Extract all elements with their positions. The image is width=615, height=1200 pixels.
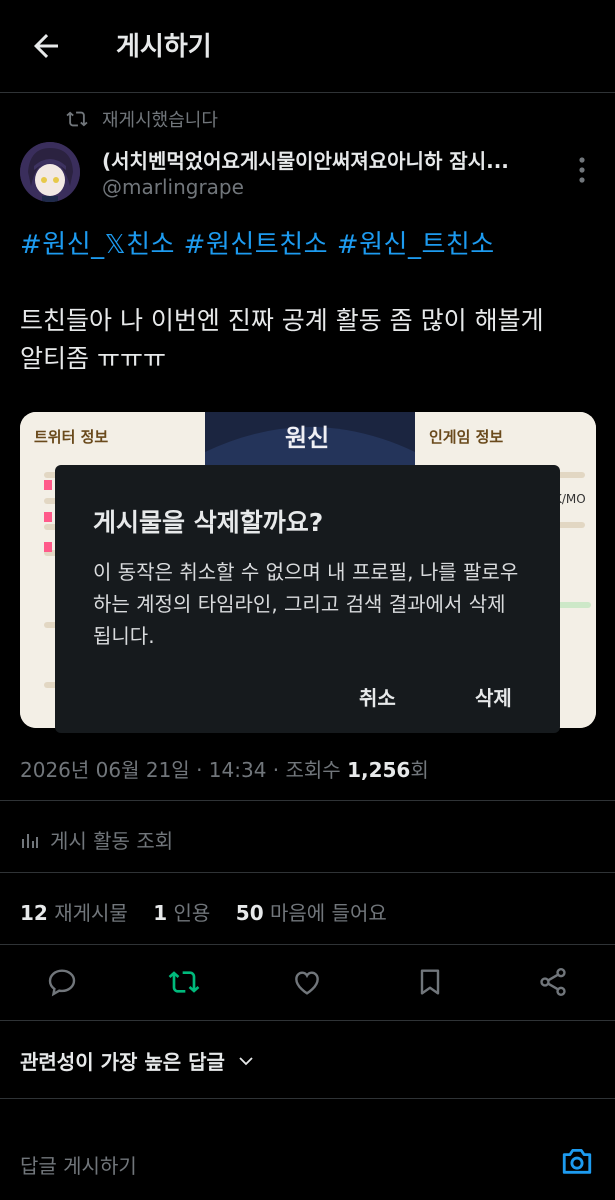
delete-button[interactable]: 삭제 [475,682,512,711]
bookmark-icon[interactable] [414,966,446,998]
repost-label: 재게시했습니다 [102,110,218,131]
avatar-image [20,142,80,202]
media-left-label: 트위터 정보 [34,428,109,446]
post-text-line: 알티좀 ㅠㅠㅠ [20,344,166,373]
post-text-line: 트친들아 나 이번엔 진짜 공계 활동 좀 많이 해볼게 [20,306,544,335]
delete-confirm-dialog: 게시물을 삭제할까요? 이 동작은 취소할 수 없으며 내 프로필, 나를 팔로… [55,465,560,733]
engagement-stats: 12 재게시물 1 인용 50 마음에 들어요 [20,897,387,926]
view-count: 1,256 [347,758,411,782]
share-icon[interactable] [537,966,569,998]
quotes-label: 인용 [173,901,211,925]
likes-stat[interactable]: 50 마음에 들어요 [236,901,387,925]
post-datetime: 2026년 06월 21일 · 14:34 · 조회수 [20,758,348,782]
cancel-button[interactable]: 취소 [359,682,396,711]
dialog-title: 게시물을 삭제할까요? [93,508,324,537]
top-bar: 게시하기 [0,0,615,92]
repost-icon[interactable] [168,966,200,998]
media-marker [44,512,52,522]
likes-label: 마음에 들어요 [269,901,387,925]
divider [0,1098,615,1099]
reply-icon[interactable] [46,966,78,998]
camera-icon[interactable] [560,1144,594,1178]
bar-chart-icon [22,833,38,848]
media-right-label: 인게임 정보 [429,428,504,446]
reposts-count: 12 [20,901,48,925]
reply-input[interactable]: 답글 게시하기 [20,1150,137,1179]
divider [0,92,615,93]
avatar[interactable] [20,142,80,202]
post-hashtags[interactable]: #원신_𝕏친소 #원신트친소 #원신_트친소 [20,224,495,261]
dialog-body: 이 동작은 취소할 수 없으며 내 프로필, 나를 팔로우하는 계정의 타임라인… [93,560,519,648]
reposts-stat[interactable]: 12 재게시물 [20,901,128,925]
divider [0,872,615,873]
chevron-down-icon [239,1056,253,1065]
page-title: 게시하기 [116,32,212,62]
reply-sort-label: 관련성이 가장 높은 답글 [20,1050,225,1074]
more-options-icon[interactable] [574,155,590,185]
divider [0,1020,615,1021]
author-handle[interactable]: @marlingrape [102,175,244,199]
media-center-label: 원신 [285,424,330,452]
post-activity-link[interactable]: 게시 활동 조회 [20,825,173,854]
divider [0,944,615,945]
author-display-name[interactable]: (서치벤먹었어요게시물이안써져요아니하 잠시... [102,145,557,174]
media-marker [44,480,52,490]
quotes-count: 1 [153,901,168,925]
reposts-label: 재게시물 [54,901,128,925]
post-meta: 2026년 06월 21일 · 14:34 · 조회수 1,256회 [20,754,429,783]
view-suffix: 회 [410,758,429,782]
divider [0,800,615,801]
repost-small-icon [66,111,88,127]
likes-count: 50 [235,901,264,925]
like-icon[interactable] [291,966,323,998]
quotes-stat[interactable]: 1 인용 [153,901,210,925]
post-text: 트친들아 나 이번엔 진짜 공계 활동 좀 많이 해볼게 알티좀 ㅠㅠㅠ [20,302,600,378]
back-arrow-icon[interactable] [28,28,64,64]
media-marker [44,542,52,552]
media-line [555,602,591,608]
post-activity-label: 게시 활동 조회 [50,829,174,853]
reply-sort-dropdown[interactable]: 관련성이 가장 높은 답글 [20,1046,255,1075]
repost-indicator: 재게시했습니다 [66,106,218,132]
